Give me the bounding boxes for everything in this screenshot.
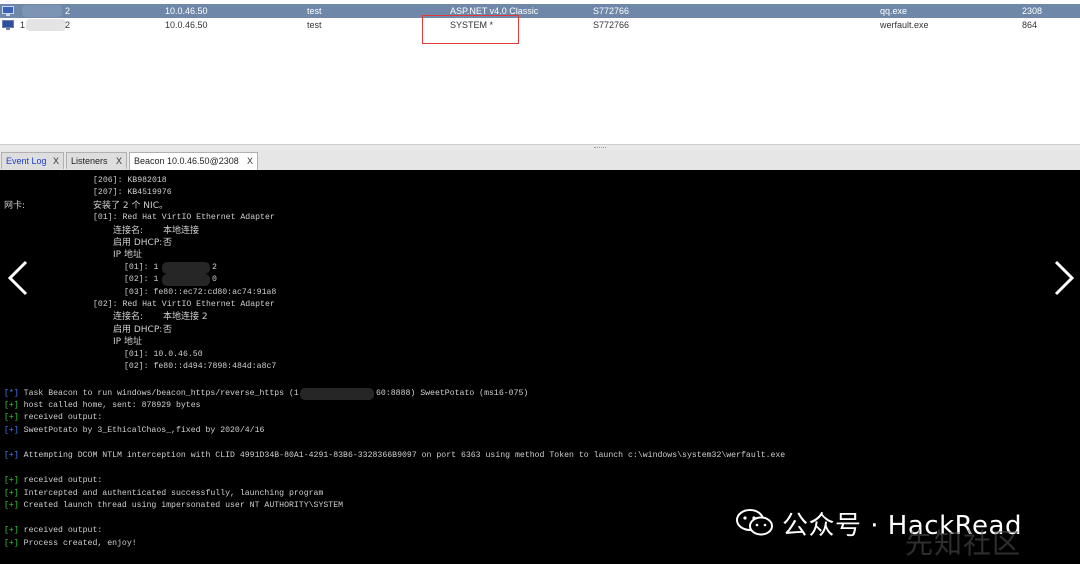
close-icon[interactable]: X — [247, 153, 253, 170]
log-line: [+] Intercepted and authenticated succes… — [4, 489, 323, 499]
log-prefix: [*] — [4, 389, 19, 398]
console-line: [02]: fe80::d494:7898:484d:a8c7 — [124, 362, 277, 371]
wechat-icon — [736, 509, 773, 536]
console-label: 网卡: — [4, 200, 26, 211]
redacted-internal-ip — [26, 19, 66, 31]
log-prefix: [+] — [4, 401, 19, 410]
windows-monitor-icon — [2, 6, 14, 16]
log-prefix: [+] — [4, 476, 19, 485]
console-line: [01]: 10.0.46.50 — [124, 349, 203, 359]
external-ip: 10.0.46.50 — [165, 6, 208, 16]
console-line: [02]: 1 — [124, 275, 159, 285]
log-prefix: [+] — [4, 426, 19, 435]
sessions-table: 2 10.0.46.50 test ASP.NET v4.0 Classic S… — [0, 0, 1080, 150]
tab-event-log[interactable]: Event Log X — [1, 152, 64, 169]
session-id-suffix: 2 — [65, 6, 71, 16]
console-line: 否 — [163, 324, 173, 335]
log-line: [+] SweetPotato by 3_EthicalChaos_,fixed… — [4, 426, 264, 436]
note: S772766 — [593, 20, 630, 30]
log-text: Intercepted and authenticated successful… — [18, 489, 324, 498]
session-id-suffix: 2 — [65, 20, 71, 30]
close-icon[interactable]: X — [53, 153, 59, 170]
console-line: [01]: Red Hat VirtIO Ethernet Adapter — [93, 213, 275, 223]
console-line-tail: 2 — [212, 262, 217, 272]
log-prefix: [+] — [4, 489, 19, 498]
session-row-selected[interactable]: 2 10.0.46.50 test ASP.NET v4.0 Classic S… — [0, 4, 1080, 18]
log-text: Attempting DCOM NTLM interception with C… — [18, 451, 786, 460]
log-prefix: [+] — [4, 413, 19, 422]
session-row-system[interactable]: 1 2 10.0.46.50 test SYSTEM * S772766 wer… — [0, 18, 1080, 32]
log-text: Created launch thread using impersonated… — [18, 501, 344, 510]
log-text: SweetPotato by 3_EthicalChaos_,fixed by … — [18, 426, 265, 435]
log-prefix: [+] — [4, 501, 19, 510]
console-line: 否 — [163, 238, 173, 248]
console-line: IP 地址 — [113, 337, 142, 348]
highlight-box — [422, 15, 519, 44]
process: werfault.exe — [880, 20, 929, 30]
tab-label: Listeners — [71, 156, 108, 166]
log-line: [+] Created launch thread using imperson… — [4, 501, 343, 511]
console-line: [01]: 1 — [124, 262, 159, 272]
log-line: [*] Task Beacon to run windows/beacon_ht… — [4, 389, 299, 399]
console-line: 安装了 2 个 NIC。 — [93, 200, 168, 211]
external-ip: 10.0.46.50 — [165, 20, 208, 30]
log-text: Process created, enjoy! — [18, 539, 137, 548]
console-line: [03]: fe80::ec72:cd80:ac74:91a8 — [124, 287, 277, 297]
console-label: 连接名: — [113, 225, 144, 236]
log-line: [+] received output: — [4, 476, 102, 486]
user: test — [307, 20, 322, 30]
log-line: [+] Process created, enjoy! — [4, 539, 137, 549]
log-line: [+] received output: — [4, 526, 102, 536]
log-line: [+] received output: — [4, 413, 102, 423]
pid: 2308 — [1022, 6, 1043, 16]
note: S772766 — [593, 6, 630, 16]
log-text: Task Beacon to run windows/beacon_https/… — [18, 389, 299, 398]
tab-label: Event Log — [6, 156, 47, 166]
log-line: [+] Attempting DCOM NTLM interception wi… — [4, 451, 785, 461]
log-text: host called home, sent: 878929 bytes — [18, 401, 201, 410]
chevron-right-icon[interactable] — [1046, 258, 1080, 298]
watermark-sub: 先知社区 — [905, 527, 1022, 560]
console-line: [207]: KB4519976 — [93, 188, 172, 198]
console-line: 本地连接 2 — [163, 312, 208, 323]
tab-label: Beacon 10.0.46.50@2308 — [134, 156, 239, 166]
pid: 864 — [1022, 20, 1038, 30]
windows-monitor-icon — [2, 20, 14, 30]
console-line: [02]: Red Hat VirtIO Ethernet Adapter — [93, 300, 275, 309]
console-label: 启用 DHCP: — [113, 238, 163, 248]
log-text: received output: — [18, 476, 103, 485]
console-line: [206]: KB982018 — [93, 176, 167, 185]
console-line: 本地连接 — [163, 225, 200, 236]
session-id-prefix: 1 — [20, 20, 26, 30]
log-text: received output: — [18, 526, 103, 535]
log-text: received output: — [18, 413, 103, 422]
redacted-ip — [162, 261, 210, 274]
tab-beacon[interactable]: Beacon 10.0.46.50@2308 X — [129, 152, 258, 170]
redacted-ip — [162, 274, 210, 287]
log-prefix: [+] — [4, 539, 19, 548]
log-prefix: [+] — [4, 451, 19, 460]
chevron-left-icon[interactable] — [2, 258, 36, 298]
tab-listeners[interactable]: Listeners X — [66, 152, 127, 169]
console-label: 启用 DHCP: — [113, 324, 163, 335]
redacted-internal-ip — [22, 5, 62, 17]
log-tail: 60:8888) SweetPotato (ms16-075) — [376, 389, 529, 398]
process: qq.exe — [880, 6, 908, 16]
log-line: [+] host called home, sent: 878929 bytes — [4, 401, 201, 411]
console-line-tail: 0 — [212, 275, 217, 285]
console-label: 连接名: — [113, 312, 144, 323]
log-prefix: [+] — [4, 526, 19, 535]
user: test — [307, 6, 322, 16]
console-line: IP 地址 — [113, 250, 142, 261]
redacted-ip — [300, 388, 374, 400]
tab-bar: Event Log X Listeners X Beacon 10.0.46.5… — [0, 150, 1080, 171]
close-icon[interactable]: X — [116, 153, 122, 170]
